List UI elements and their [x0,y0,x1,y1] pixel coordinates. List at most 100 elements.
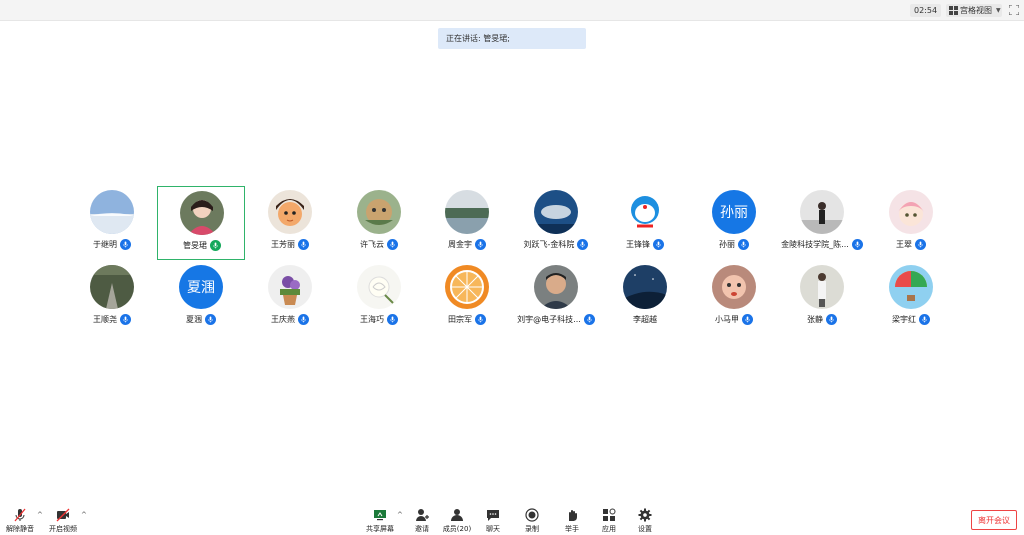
mic-icon [210,239,221,251]
participant-name-line: 梁宇红 [867,312,955,326]
participant-name-line: 张静 [778,312,866,326]
participant-name: 王海巧 [360,314,384,324]
avatar [889,265,933,309]
participant-name: 梁宇红 [892,314,916,324]
mic-icon [915,238,926,250]
participant-tile[interactable]: 李超越 [601,261,689,335]
participant-name-line: 王翠 [867,237,955,251]
members-button[interactable]: 成员(20) [440,505,474,535]
participant-name-line: 王顺尧 [68,312,156,326]
mic-icon [583,313,595,325]
participant-tile[interactable]: 小马甲 [690,261,778,335]
participant-tile[interactable]: 王庆燕 [246,261,334,335]
mic-icon [738,238,749,250]
participant-name: 王顺尧 [93,314,117,324]
settings-label: 设置 [638,525,652,533]
avatar [623,190,667,234]
avatar [534,265,578,309]
mic-icon [851,238,863,250]
participant-name: 夏涠 [186,314,202,324]
participant-name-line: 李超越 [601,312,689,326]
start-video-label: 开启视频 [49,525,77,533]
participant-name-line: 小马甲 [690,312,778,326]
participant-tile[interactable]: 田宗军 [423,261,511,335]
record-icon [525,508,539,522]
avatar [800,190,844,234]
participant-name: 王锋锋 [626,239,650,249]
participant-tile[interactable]: 金陵科技学院_陈... [778,186,866,260]
participant-tile[interactable]: 王顺尧 [68,261,156,335]
raise-hand-button[interactable]: 举手 [555,505,589,535]
leave-meeting-button[interactable]: 离开会议 [971,510,1017,530]
avatar [180,191,224,235]
participant-tile[interactable]: 管旻珺 [157,186,245,260]
meeting-timer: 02:54 [910,4,942,17]
participant-tile[interactable]: 张静 [778,261,866,335]
mic-icon [475,238,486,250]
fullscreen-icon[interactable] [1009,5,1019,15]
avatar [800,265,844,309]
avatar [534,190,578,234]
participant-tile[interactable]: 刘跃飞-金科院 [512,186,600,260]
avatar [90,190,134,234]
participant-name-line: 管旻珺 [158,238,246,252]
mic-icon [298,238,309,250]
participant-name: 王芳丽 [271,239,295,249]
record-button[interactable]: 录制 [515,505,549,535]
unmute-button[interactable]: 解除静音 [3,505,37,535]
participant-tile[interactable]: 王芳丽 [246,186,334,260]
participant-name-line: 王海巧 [335,312,423,326]
apps-button[interactable]: 应用 [592,505,626,535]
avatar [445,190,489,234]
avatar [268,265,312,309]
top-bar: 02:54 宫格视图 ▼ [0,0,1024,21]
avatar [712,265,756,309]
participant-name: 张静 [807,314,823,324]
participant-name-line: 田宗军 [423,312,511,326]
participant-name: 王翠 [896,239,912,249]
participant-tile[interactable]: 于继明 [68,186,156,260]
avatar [889,190,933,234]
participant-tile[interactable]: 周金宇 [423,186,511,260]
chat-button[interactable]: 聊天 [476,505,510,535]
avatar [623,265,667,309]
video-off-icon [56,508,70,522]
mic-icon [120,313,131,325]
share-screen-label: 共享屏幕 [366,525,394,533]
avatar: 孙丽 [712,190,756,234]
participant-name-line: 金陵科技学院_陈... [778,237,866,251]
participant-tile[interactable]: 许飞云 [335,186,423,260]
participant-name: 于继明 [93,239,117,249]
chevron-up-icon[interactable]: ^ [81,511,87,519]
participant-tile[interactable]: 夏涠 夏涠 [157,261,245,335]
chevron-down-icon: ▼ [996,7,1001,14]
participant-tile[interactable]: 刘宇@电子科技... [512,261,600,335]
participant-name: 孙丽 [719,239,735,249]
bottom-toolbar: 解除静音 ^ 开启视频 ^ 共享屏幕 ^ 邀请 成员(20) 聊天 录制 举手 … [0,505,1024,535]
avatar [268,190,312,234]
participant-name: 王庆燕 [271,314,295,324]
participant-tile[interactable]: 王海巧 [335,261,423,335]
chevron-up-icon[interactable]: ^ [397,511,403,519]
share-screen-button[interactable]: 共享屏幕 [363,505,397,535]
participant-name: 刘跃飞-金科院 [523,239,575,249]
share-screen-icon [374,510,386,521]
mic-icon [826,313,837,325]
participant-name: 许飞云 [360,239,384,249]
chat-icon [487,510,499,521]
participant-tile[interactable]: 梁宇红 [867,261,955,335]
view-mode-switch[interactable]: 宫格视图 ▼ [946,4,1002,17]
start-video-button[interactable]: 开启视频 [46,505,80,535]
participant-name-line: 周金宇 [423,237,511,251]
mic-icon [577,238,589,250]
participant-tile[interactable]: 王锋锋 [601,186,689,260]
participant-tile[interactable]: 孙丽 孙丽 [690,186,778,260]
settings-button[interactable]: 设置 [628,505,662,535]
mic-icon [475,313,486,325]
avatar [90,265,134,309]
chevron-up-icon[interactable]: ^ [37,511,43,519]
speaker-banner: 正在讲话: 管旻珺; [438,28,586,49]
participant-tile[interactable]: 王翠 [867,186,955,260]
mic-icon [919,313,930,325]
mic-icon [120,238,131,250]
